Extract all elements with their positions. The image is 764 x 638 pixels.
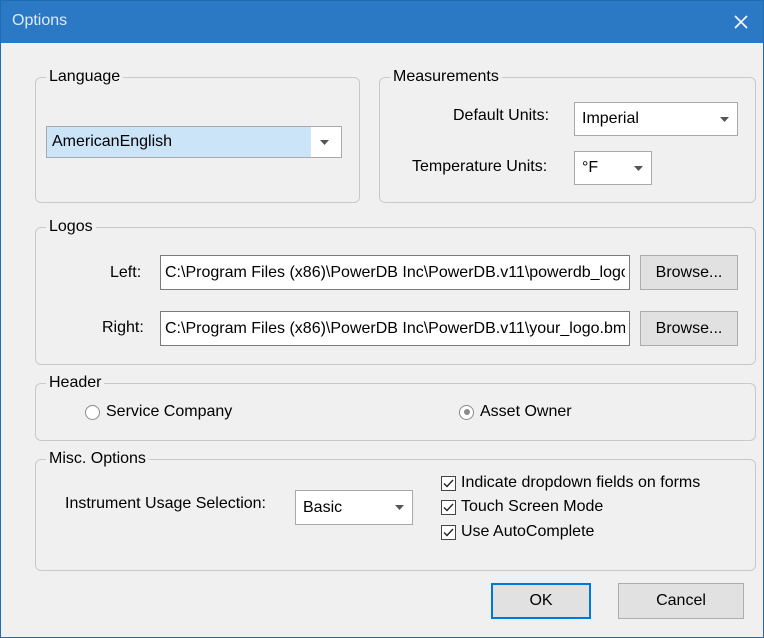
checkbox-autocomplete[interactable]: Use AutoComplete xyxy=(441,523,594,541)
close-icon xyxy=(734,15,748,29)
temperature-units-label: Temperature Units: xyxy=(412,158,548,175)
left-logo-path-input[interactable] xyxy=(161,263,629,282)
checkbox-touch-screen-label: Touch Screen Mode xyxy=(461,498,604,515)
language-select-value: AmericanEnglish xyxy=(47,127,311,157)
left-logo-path-field[interactable] xyxy=(160,255,630,290)
language-select[interactable]: AmericanEnglish xyxy=(46,126,342,158)
radio-service-company-label: Service Company xyxy=(106,403,233,420)
instrument-usage-value: Basic xyxy=(303,498,343,516)
misc-options-legend: Misc. Options xyxy=(49,450,146,467)
temperature-units-select[interactable]: °F xyxy=(574,151,652,185)
options-dialog: Options Language AmericanEnglish Measure… xyxy=(0,0,764,638)
instrument-usage-select[interactable]: Basic xyxy=(295,490,413,525)
radio-service-company[interactable]: Service Company xyxy=(85,403,232,421)
right-logo-label: Right: xyxy=(102,319,144,336)
language-legend: Language xyxy=(49,68,121,85)
radio-checked-icon xyxy=(459,404,474,420)
measurements-legend: Measurements xyxy=(393,68,499,85)
checkbox-autocomplete-label: Use AutoComplete xyxy=(461,523,595,540)
left-logo-label: Left: xyxy=(110,264,142,281)
checkbox-touch-screen[interactable]: Touch Screen Mode xyxy=(441,498,603,516)
radio-unchecked-icon xyxy=(85,404,100,420)
radio-asset-owner[interactable]: Asset Owner xyxy=(459,403,572,421)
right-logo-path-input[interactable] xyxy=(161,319,629,338)
default-units-label: Default Units: xyxy=(453,107,550,124)
default-units-select[interactable]: Imperial xyxy=(574,102,738,136)
checkbox-indicate-dropdown[interactable]: Indicate dropdown fields on forms xyxy=(441,474,700,492)
logos-legend: Logos xyxy=(49,218,93,235)
checkbox-indicate-dropdown-label: Indicate dropdown fields on forms xyxy=(461,474,701,491)
right-logo-browse-button[interactable]: Browse... xyxy=(640,311,738,346)
cancel-button[interactable]: Cancel xyxy=(618,583,744,619)
chevron-down-icon xyxy=(311,139,337,145)
close-button[interactable] xyxy=(719,1,763,43)
chevron-down-icon xyxy=(625,165,651,171)
left-logo-browse-button[interactable]: Browse... xyxy=(640,255,738,290)
default-units-value: Imperial xyxy=(582,110,639,127)
temperature-units-value: °F xyxy=(582,159,599,176)
window-title: Options xyxy=(12,12,68,29)
instrument-usage-label: Instrument Usage Selection: xyxy=(65,495,266,512)
measurements-group: Measurements xyxy=(379,69,756,203)
right-logo-path-field[interactable] xyxy=(160,311,630,346)
chevron-down-icon xyxy=(711,116,737,122)
checkmark-icon xyxy=(441,475,456,491)
checkmark-icon xyxy=(441,524,456,540)
title-bar[interactable]: Options xyxy=(1,1,763,43)
radio-asset-owner-label: Asset Owner xyxy=(480,403,572,420)
ok-button[interactable]: OK xyxy=(491,583,591,619)
chevron-down-icon xyxy=(386,505,412,510)
header-legend: Header xyxy=(49,374,102,391)
checkmark-icon xyxy=(441,499,456,515)
